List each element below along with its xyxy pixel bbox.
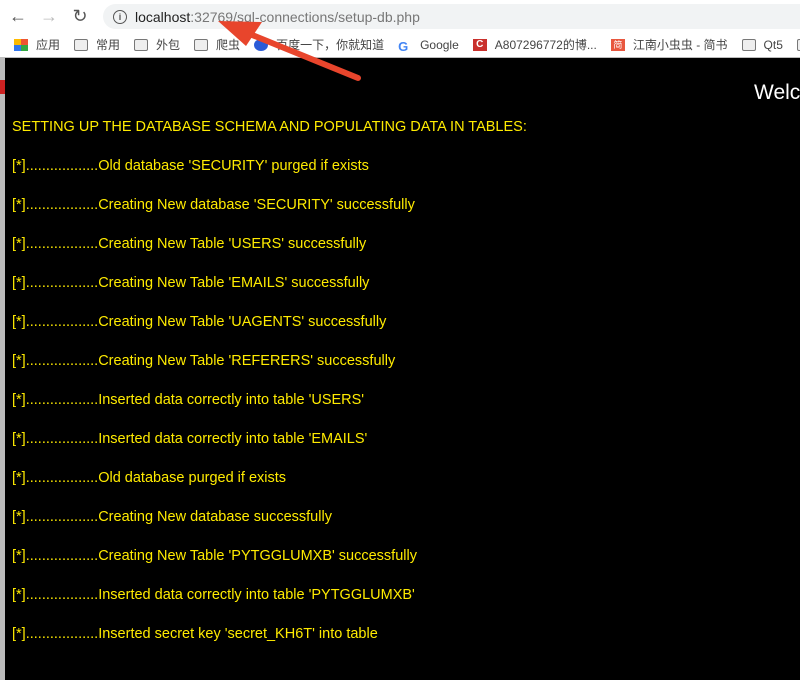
log-line: [*]..................Creating New databa… <box>12 509 332 525</box>
log-line: [*]..................Creating New Table … <box>12 236 367 252</box>
bookmark-folder[interactable]: 外包 <box>134 36 180 53</box>
log-line: [*]..................Creating New Table … <box>12 353 396 369</box>
background-window-edge <box>0 58 5 680</box>
bookmark-label: 常用 <box>96 38 121 52</box>
apps-icon <box>14 38 28 51</box>
jianshu-icon: 简 <box>610 38 625 51</box>
bookmark-label: Google <box>420 37 459 52</box>
log-line: [*]..................Creating New Table … <box>12 548 417 564</box>
google-icon: G <box>398 38 409 54</box>
address-bar[interactable]: i localhost:32769/sql-connections/setup-… <box>103 4 800 29</box>
log-line: [*]..................Inserted secret key… <box>12 626 378 642</box>
url-path: :32769/sql-connections/setup-db.php <box>190 8 420 25</box>
bookmark-label: Qt5 <box>763 37 783 52</box>
info-icon[interactable]: i <box>113 9 127 24</box>
bookmark-label: 百度一下，你就知道 <box>276 38 385 52</box>
csdn-icon: C <box>472 38 487 51</box>
folder-icon <box>194 38 209 51</box>
background-window-mark <box>0 80 5 94</box>
bookmark-folder[interactable]: 常用 <box>74 36 120 53</box>
bookmark-folder[interactable]: 爬虫 <box>194 36 240 53</box>
folder-icon <box>134 38 149 51</box>
bookmark-label: 爬虫 <box>216 38 241 52</box>
browser-toolbar: ← → ↻ i localhost:32769/sql-connections/… <box>0 0 800 32</box>
folder-icon <box>741 38 756 51</box>
baidu-icon <box>254 38 269 51</box>
log-line: [*]..................Inserted data corre… <box>12 431 368 447</box>
log-line: [*]..................Old database purged… <box>12 470 287 486</box>
bookmarks-bar: 应用 常用 外包 爬虫 百度一下，你就知道 G Google C A80729677… <box>0 32 800 58</box>
log-line: [*]..................Creating New Table … <box>12 275 370 291</box>
log-line: [*]..................Creating New Table … <box>12 314 387 330</box>
bookmark-google[interactable]: G Google <box>398 37 459 54</box>
log-line: [*]..................Inserted data corre… <box>12 587 415 603</box>
bookmark-folder[interactable]: Qt5 <box>741 37 783 52</box>
bookmark-label: A807296772的博... <box>494 38 597 52</box>
bookmark-jianshu[interactable]: 简江南小虫虫 - 简书 <box>610 36 728 53</box>
log-line: [*]..................Inserted data corre… <box>12 392 365 408</box>
bookmark-label: 应用 <box>36 38 61 52</box>
folder-icon <box>74 38 89 51</box>
log-line: [*]..................Creating New databa… <box>12 197 415 213</box>
bookmark-label: 外包 <box>156 38 181 52</box>
bookmark-label: 江南小虫虫 - 简书 <box>632 38 728 52</box>
setup-log: SETTING UP THE DATABASE SCHEMA AND POPUL… <box>12 119 527 665</box>
forward-button[interactable]: → <box>36 3 62 29</box>
log-heading: SETTING UP THE DATABASE SCHEMA AND POPUL… <box>12 119 527 135</box>
welcome-text: Welc <box>754 81 800 104</box>
log-line: [*]..................Old database 'SECUR… <box>12 158 369 174</box>
bookmark-apps[interactable]: 应用 <box>14 36 60 53</box>
bookmark-csdn[interactable]: C A807296772的博... <box>472 36 597 53</box>
url-host: localhost <box>135 8 191 25</box>
back-button[interactable]: ← <box>5 3 31 29</box>
bookmark-baidu[interactable]: 百度一下，你就知道 <box>254 36 384 53</box>
reload-button[interactable]: ↻ <box>67 3 93 29</box>
